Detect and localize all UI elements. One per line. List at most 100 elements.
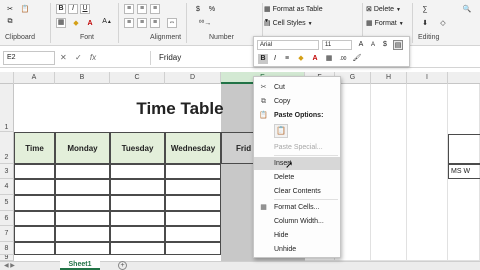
- header-cell-time[interactable]: Time: [14, 132, 55, 164]
- menu-item-unhide[interactable]: Unhide: [254, 243, 340, 256]
- italic-button[interactable]: I: [68, 4, 78, 14]
- name-box[interactable]: E2: [3, 51, 55, 65]
- align-center-icon[interactable]: ≡: [137, 18, 147, 28]
- row-header-8[interactable]: 8: [0, 242, 14, 255]
- table-cell[interactable]: [110, 179, 165, 195]
- fill-icon[interactable]: ⬇: [418, 18, 432, 29]
- align-bottom-icon[interactable]: ≡: [150, 4, 160, 14]
- mini-bold-button[interactable]: B: [258, 54, 268, 64]
- row-header-4[interactable]: 4: [0, 179, 14, 195]
- table-cell[interactable]: [55, 242, 110, 255]
- table-cell[interactable]: [165, 226, 221, 242]
- table-cell[interactable]: [14, 226, 55, 242]
- mini-font-color-icon[interactable]: A: [310, 54, 320, 64]
- clear-icon[interactable]: ◇: [436, 18, 450, 29]
- menu-item-clear-contents[interactable]: Clear Contents: [254, 185, 340, 198]
- table-cell[interactable]: [14, 164, 55, 179]
- menu-item-column-width[interactable]: Column Width...: [254, 215, 340, 228]
- table-cell[interactable]: [110, 211, 165, 226]
- column-i-cells[interactable]: [407, 84, 448, 261]
- bold-button[interactable]: B: [56, 4, 66, 14]
- table-cell[interactable]: [110, 242, 165, 255]
- header-cell-tuesday[interactable]: Tuesday: [110, 132, 165, 164]
- decimal-icon[interactable]: ⁰⁰→: [192, 18, 218, 29]
- add-sheet-button[interactable]: +: [118, 261, 127, 270]
- column-header-a[interactable]: A: [14, 72, 55, 84]
- table-cell[interactable]: [14, 211, 55, 226]
- mini-align-icon[interactable]: ≡: [282, 54, 292, 64]
- side-note-cell[interactable]: MS W: [448, 164, 480, 179]
- tab-sheet1[interactable]: Sheet1: [60, 261, 100, 270]
- mini-decimal-icon[interactable]: .00: [338, 54, 348, 64]
- row-header-3[interactable]: 3: [0, 164, 14, 179]
- menu-item-paste-special[interactable]: Paste Special...: [254, 141, 340, 154]
- table-cell[interactable]: [110, 226, 165, 242]
- table-cell[interactable]: [165, 179, 221, 195]
- currency-icon[interactable]: $: [380, 40, 390, 50]
- table-cell[interactable]: [165, 195, 221, 211]
- mini-size-field[interactable]: 11: [322, 40, 352, 50]
- formula-input[interactable]: Friday: [150, 51, 250, 65]
- align-middle-icon[interactable]: ≡: [137, 4, 147, 14]
- tab-scroll-left-icon[interactable]: ◀ ▶: [4, 262, 15, 269]
- row-header-1[interactable]: 1: [0, 84, 14, 132]
- cancel-icon[interactable]: ✕: [60, 53, 67, 62]
- font-color-icon[interactable]: A: [84, 18, 96, 29]
- merge-icon[interactable]: ⇔: [167, 18, 177, 28]
- copy-icon[interactable]: ⧉: [3, 16, 17, 27]
- row-header-6[interactable]: 6: [0, 211, 14, 226]
- table-cell[interactable]: [55, 226, 110, 242]
- table-cell[interactable]: [14, 195, 55, 211]
- row-header-2[interactable]: 2: [0, 132, 14, 164]
- column-header-d[interactable]: D: [165, 72, 221, 84]
- mini-italic-button[interactable]: I: [270, 54, 280, 64]
- currency-button[interactable]: $: [192, 4, 204, 15]
- side-box[interactable]: [448, 134, 480, 164]
- table-cell[interactable]: [55, 164, 110, 179]
- menu-item-delete[interactable]: Delete: [254, 171, 340, 184]
- enter-icon[interactable]: ✓: [75, 53, 82, 62]
- mini-font-field[interactable]: Arial: [257, 40, 319, 50]
- table-cell[interactable]: [55, 211, 110, 226]
- percent-button[interactable]: %: [206, 4, 218, 15]
- column-header-i[interactable]: I: [407, 72, 448, 84]
- paste-icon[interactable]: 📋: [18, 4, 32, 15]
- borders-icon[interactable]: ▦: [56, 18, 66, 28]
- table-cell[interactable]: [55, 195, 110, 211]
- table-cell[interactable]: [14, 242, 55, 255]
- row-header-7[interactable]: 7: [0, 226, 14, 242]
- column-h-cells[interactable]: [371, 84, 407, 261]
- cut-icon[interactable]: ✂: [3, 4, 17, 15]
- menu-item-copy[interactable]: ⧉ Copy: [254, 95, 340, 108]
- table-cell[interactable]: [165, 164, 221, 179]
- mini-brush-icon[interactable]: 🖌: [352, 54, 362, 64]
- mini-borders-icon[interactable]: ▦: [324, 54, 334, 64]
- align-left-icon[interactable]: ≡: [124, 18, 134, 28]
- align-top-icon[interactable]: ≡: [124, 4, 134, 14]
- fill-color-icon[interactable]: ◆: [70, 18, 82, 29]
- menu-item-format-cells[interactable]: ▦ Format Cells...: [254, 201, 340, 214]
- column-header-h[interactable]: H: [371, 72, 407, 84]
- grow-font-icon[interactable]: A: [356, 40, 366, 50]
- menu-item-hide[interactable]: Hide: [254, 229, 340, 242]
- autosum-icon[interactable]: ∑: [418, 4, 432, 15]
- paste-clipboard-icon[interactable]: 📋: [274, 124, 288, 138]
- shrink-font-icon[interactable]: A: [368, 40, 378, 50]
- header-cell-wednesday[interactable]: Wednesday: [165, 132, 221, 164]
- underline-button[interactable]: U: [80, 4, 90, 14]
- table-cell[interactable]: [165, 242, 221, 255]
- mini-fill-color-icon[interactable]: ◆: [296, 54, 306, 64]
- header-cell-monday[interactable]: Monday: [55, 132, 110, 164]
- delete-button[interactable]: ⊠ Delete ▼: [366, 4, 406, 15]
- format-button[interactable]: ▦ Format ▼: [366, 18, 406, 29]
- column-header-c[interactable]: C: [110, 72, 165, 84]
- table-cell[interactable]: [55, 179, 110, 195]
- menu-item-cut[interactable]: ✂ Cut: [254, 81, 340, 94]
- column-header-b[interactable]: B: [55, 72, 110, 84]
- table-cell[interactable]: [110, 195, 165, 211]
- table-cell[interactable]: [165, 211, 221, 226]
- format-as-table-button[interactable]: ▦ Format as Table ▼: [264, 4, 328, 24]
- align-right-icon[interactable]: ≡: [150, 18, 160, 28]
- row-header-5[interactable]: 5: [0, 195, 14, 211]
- menu-item-insert[interactable]: Insert: [254, 157, 340, 170]
